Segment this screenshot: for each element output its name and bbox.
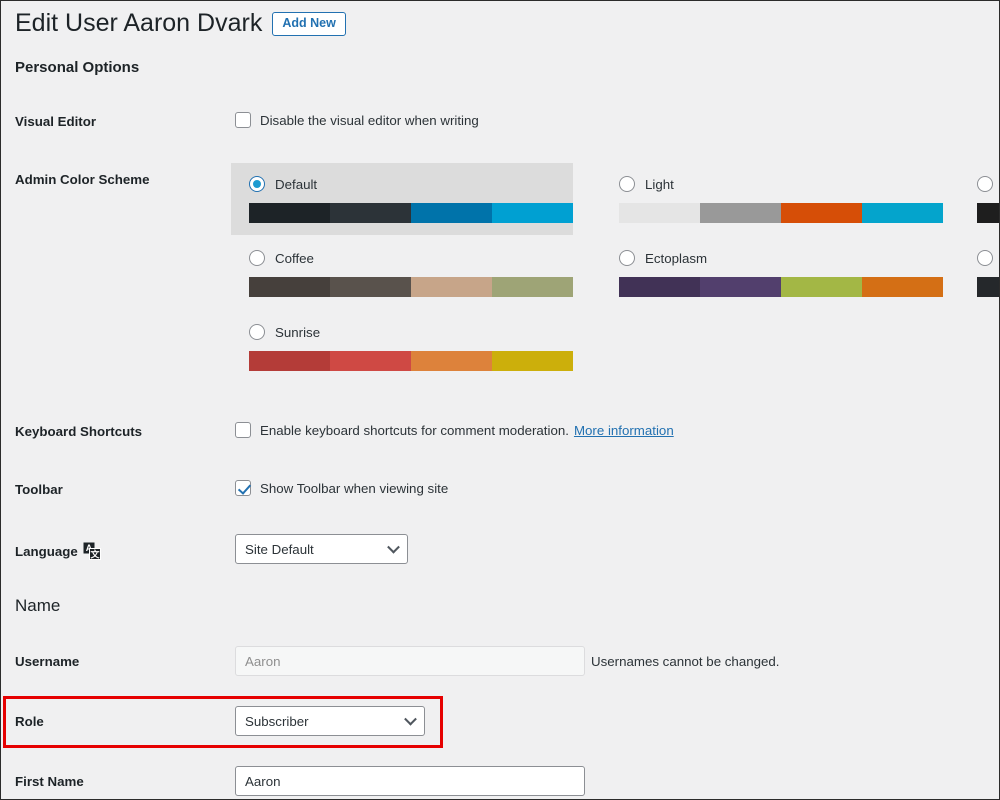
user-profile-page: Edit User Aaron Dvark Add New Personal O…: [1, 1, 999, 799]
keyboard-shortcuts-field: Enable keyboard shortcuts for comment mo…: [235, 422, 674, 438]
language-select-wrap: Site Default: [235, 534, 408, 564]
swatch: [619, 277, 700, 297]
color-scheme-option-default[interactable]: Default: [231, 163, 573, 235]
swatch: [492, 351, 573, 371]
swatch: [781, 277, 862, 297]
admin-color-scheme-options: Default Light Mo: [231, 163, 999, 373]
color-scheme-option-coffee[interactable]: Coffee: [231, 237, 573, 309]
color-scheme-radio-light[interactable]: [619, 176, 635, 192]
disable-visual-editor-checkbox[interactable]: [235, 112, 251, 128]
color-scheme-palette-light: [619, 203, 943, 223]
swatch: [977, 203, 999, 223]
swatch: [862, 277, 943, 297]
color-scheme-palette-default: [249, 203, 573, 223]
keyboard-shortcuts-label: Keyboard Shortcuts: [15, 424, 143, 439]
section-title-name: Name: [15, 596, 61, 615]
color-scheme-palette-ectoplasm: [619, 277, 943, 297]
swatch: [411, 277, 492, 297]
color-scheme-option-sunrise[interactable]: Sunrise: [231, 311, 573, 383]
more-information-link[interactable]: More information: [574, 423, 674, 438]
swatch: [862, 203, 943, 223]
swatch: [330, 277, 411, 297]
first-name-label: First Name: [15, 774, 84, 789]
svg-text:文: 文: [89, 549, 100, 560]
color-scheme-name-ectoplasm: Ectoplasm: [645, 250, 708, 266]
language-field: Site Default: [235, 534, 408, 564]
swatch: [249, 351, 330, 371]
section-title-personal-options: Personal Options: [15, 59, 140, 76]
username-input: [235, 646, 585, 676]
swatch: [492, 203, 573, 223]
color-scheme-option-light[interactable]: Light: [601, 163, 943, 235]
color-scheme-palette-sunrise: [249, 351, 573, 371]
color-scheme-palette-modern: [977, 203, 999, 223]
swatch: [330, 351, 411, 371]
role-field: Subscriber: [235, 706, 425, 736]
color-scheme-option-modern[interactable]: Modern: [959, 163, 999, 235]
color-scheme-palette-coffee: [249, 277, 573, 297]
language-select-value: Site Default: [245, 541, 314, 557]
keyboard-shortcuts-checkbox-label: Enable keyboard shortcuts for comment mo…: [260, 422, 569, 438]
swatch: [700, 203, 781, 223]
role-label: Role: [15, 714, 44, 729]
color-scheme-radio-default[interactable]: [249, 176, 265, 192]
first-name-field: [235, 766, 585, 796]
page-header: Edit User Aaron Dvark Add New: [15, 7, 346, 39]
username-field: [235, 646, 585, 676]
language-label-text: Language: [15, 543, 78, 559]
first-name-input[interactable]: [235, 766, 585, 796]
swatch: [249, 277, 330, 297]
swatch: [249, 203, 330, 223]
language-label: Language A 文: [15, 542, 101, 560]
color-scheme-radio-coffee[interactable]: [249, 250, 265, 266]
translate-icon: A 文: [83, 542, 101, 560]
swatch: [700, 277, 781, 297]
color-scheme-option-ectoplasm[interactable]: Ectoplasm: [601, 237, 943, 309]
color-scheme-name-default: Default: [275, 176, 318, 192]
color-scheme-option-midnight[interactable]: Midnight: [959, 237, 999, 309]
page-title: Edit User Aaron Dvark: [15, 9, 263, 37]
swatch: [411, 203, 492, 223]
role-select-value: Subscriber: [245, 713, 309, 729]
username-helper-text: Usernames cannot be changed.: [591, 654, 780, 669]
swatch: [411, 351, 492, 371]
swatch: [781, 203, 862, 223]
color-scheme-name-coffee: Coffee: [275, 250, 314, 266]
color-scheme-radio-modern[interactable]: [977, 176, 993, 192]
swatch: [619, 203, 700, 223]
show-toolbar-checkbox[interactable]: [235, 480, 251, 496]
color-scheme-radio-ectoplasm[interactable]: [619, 250, 635, 266]
color-scheme-name-sunrise: Sunrise: [275, 324, 321, 340]
swatch: [977, 277, 999, 297]
username-label: Username: [15, 654, 80, 669]
role-select-wrap: Subscriber: [235, 706, 425, 736]
color-scheme-radio-midnight[interactable]: [977, 250, 993, 266]
color-scheme-palette-midnight: [977, 277, 999, 297]
disable-visual-editor-label: Disable the visual editor when writing: [260, 112, 479, 128]
toolbar-label: Toolbar: [15, 482, 63, 497]
swatch: [492, 277, 573, 297]
role-select[interactable]: Subscriber: [235, 706, 425, 736]
visual-editor-label: Visual Editor: [15, 114, 97, 129]
color-scheme-name-light: Light: [645, 176, 674, 192]
visual-editor-field: Disable the visual editor when writing: [235, 112, 479, 128]
keyboard-shortcuts-checkbox[interactable]: [235, 422, 251, 438]
add-new-button[interactable]: Add New: [272, 11, 346, 37]
admin-color-scheme-label: Admin Color Scheme: [15, 172, 150, 187]
color-scheme-radio-sunrise[interactable]: [249, 324, 265, 340]
toolbar-field: Show Toolbar when viewing site: [235, 480, 448, 496]
swatch: [330, 203, 411, 223]
language-select[interactable]: Site Default: [235, 534, 408, 564]
show-toolbar-label: Show Toolbar when viewing site: [260, 480, 449, 496]
